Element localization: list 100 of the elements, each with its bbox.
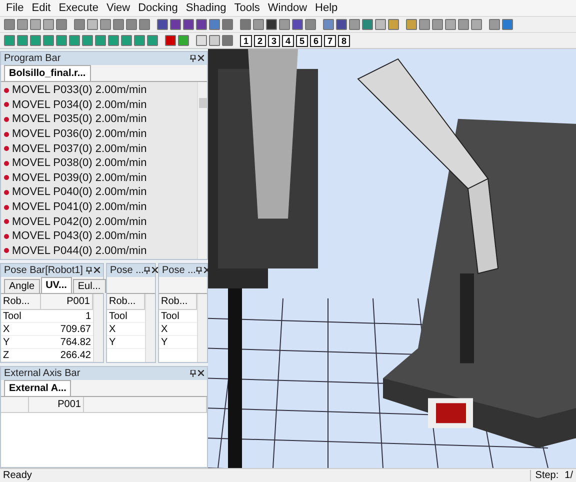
layout-icon[interactable] — [134, 35, 145, 46]
toolbar-icon[interactable] — [157, 19, 168, 30]
menu-item[interactable]: Execute — [58, 2, 98, 14]
program-line[interactable]: MOVEL P037(0) 2.00m/min — [12, 142, 147, 155]
program-line[interactable]: MOVEL P042(0) 2.00m/min — [12, 216, 147, 228]
layout-icon[interactable] — [17, 35, 28, 46]
menu-item[interactable]: Window — [268, 2, 308, 14]
record-icon[interactable] — [165, 35, 176, 46]
toolbar-icon[interactable] — [279, 19, 290, 30]
toolbar-icon[interactable] — [489, 19, 500, 30]
scrollbar[interactable] — [197, 82, 207, 260]
layout-icon[interactable] — [121, 35, 132, 46]
panel-title: Pose ... — [110, 265, 144, 276]
close-icon[interactable] — [198, 370, 204, 376]
toolbar-icon[interactable] — [43, 19, 54, 30]
toolbar-icon[interactable] — [471, 19, 482, 30]
layout-icon[interactable] — [82, 35, 93, 46]
tab[interactable]: UV... — [40, 277, 72, 294]
toolbar-icon[interactable] — [170, 19, 181, 30]
toolbar-icon[interactable] — [87, 19, 98, 30]
toolbar-icon[interactable] — [253, 19, 264, 30]
program-line[interactable]: MOVEL P044(0) 2.00m/min — [12, 244, 147, 257]
layout-icon[interactable] — [108, 35, 119, 46]
scrollbar[interactable] — [197, 294, 207, 362]
menu-item[interactable]: Shading — [186, 2, 226, 14]
toolbar-icon[interactable] — [209, 35, 220, 46]
program-line[interactable]: MOVEL P033(0) 2.00m/min — [12, 84, 147, 96]
tab[interactable]: Bolsillo_final.r... — [4, 65, 91, 81]
program-line[interactable]: MOVEL P039(0) 2.00m/min — [12, 172, 147, 184]
layout-icon[interactable] — [30, 35, 41, 46]
table-cell: Y — [1, 336, 41, 350]
menu-item[interactable]: Tools — [234, 2, 260, 14]
program-line[interactable]: MOVEL P038(0) 2.00m/min — [12, 157, 147, 170]
program-line[interactable]: MOVEL P043(0) 2.00m/min — [12, 230, 147, 242]
toolbar-icon[interactable] — [388, 19, 399, 30]
table-cell: Tool — [1, 310, 41, 324]
toolbar-icon[interactable] — [432, 19, 443, 30]
layout-icon[interactable] — [43, 35, 54, 46]
close-icon[interactable] — [204, 267, 210, 274]
program-line[interactable]: MOVEL P036(0) 2.00m/min — [12, 128, 147, 140]
menu-item[interactable]: View — [106, 2, 130, 14]
tab[interactable]: Eul... — [72, 279, 106, 294]
view-button[interactable]: 7 — [324, 34, 336, 46]
tab[interactable]: External A... — [4, 380, 72, 396]
pin-icon[interactable] — [144, 267, 150, 274]
toolbar-icon[interactable] — [375, 19, 386, 30]
pin-icon[interactable] — [86, 267, 92, 274]
point-icon — [4, 102, 9, 108]
layout-icon[interactable] — [4, 35, 15, 46]
close-icon[interactable] — [152, 267, 158, 274]
toolbar-icon[interactable] — [445, 19, 456, 30]
panel-title: Pose Bar[Robot1] — [4, 265, 83, 276]
menu-item[interactable]: Docking — [138, 2, 178, 14]
pin-icon[interactable] — [196, 267, 202, 274]
toolbar-icon[interactable] — [196, 35, 207, 46]
toolbar-icon[interactable] — [17, 19, 28, 30]
pin-icon[interactable] — [190, 55, 196, 62]
layout-icon[interactable] — [147, 35, 158, 46]
table-cell: Z — [1, 349, 41, 362]
view-button[interactable]: 4 — [282, 34, 294, 46]
menu-item[interactable]: File — [6, 2, 24, 14]
layout-icon[interactable] — [95, 35, 106, 46]
program-line[interactable]: MOVEL P041(0) 2.00m/min — [12, 201, 147, 214]
toolbar-icon[interactable] — [292, 19, 303, 30]
panel-title: Program Bar — [4, 53, 61, 64]
point-icon — [4, 175, 9, 180]
toolbar-icon[interactable] — [336, 19, 347, 30]
close-icon[interactable] — [94, 267, 100, 274]
program-line[interactable]: MOVEL P034(0) 2.00m/min — [12, 98, 147, 111]
view-button[interactable]: 2 — [254, 34, 266, 46]
scrollbar[interactable] — [93, 294, 103, 362]
play-icon[interactable] — [178, 35, 189, 46]
view-button[interactable]: 3 — [268, 34, 280, 46]
menu-item[interactable]: Help — [315, 2, 338, 14]
toolbar-icon[interactable] — [196, 19, 207, 30]
toolbar-icon[interactable] — [406, 19, 417, 30]
view-button[interactable]: 5 — [296, 34, 308, 46]
toolbar-icon[interactable] — [100, 19, 111, 30]
program-line[interactable]: MOVEL P040(0) 2.00m/min — [12, 186, 147, 198]
toolbar-icon[interactable] — [349, 19, 360, 30]
view-button[interactable]: 1 — [240, 34, 252, 46]
toolbar-icon[interactable] — [266, 19, 277, 30]
pin-icon[interactable] — [190, 370, 196, 378]
program-line[interactable]: MOVEL P035(0) 2.00m/min — [12, 113, 147, 126]
layout-icon[interactable] — [56, 35, 67, 46]
point-icon — [4, 132, 9, 137]
toolbar-icon[interactable] — [183, 19, 194, 30]
layout-icon[interactable] — [69, 35, 80, 46]
tab[interactable]: Angle — [4, 279, 40, 294]
column-header: Rob... — [159, 294, 197, 310]
scrollbar[interactable] — [145, 294, 155, 362]
toolbar-icon[interactable] — [419, 19, 430, 30]
close-icon[interactable] — [198, 55, 204, 61]
menu-item[interactable]: Edit — [32, 2, 51, 14]
toolbar-icon[interactable] — [458, 19, 469, 30]
view-button[interactable]: 6 — [310, 34, 322, 46]
view-button[interactable]: 8 — [338, 34, 350, 46]
toolbar-icon[interactable] — [30, 19, 41, 30]
panel-title: External Axis Bar — [4, 368, 80, 380]
point-icon — [4, 248, 9, 254]
